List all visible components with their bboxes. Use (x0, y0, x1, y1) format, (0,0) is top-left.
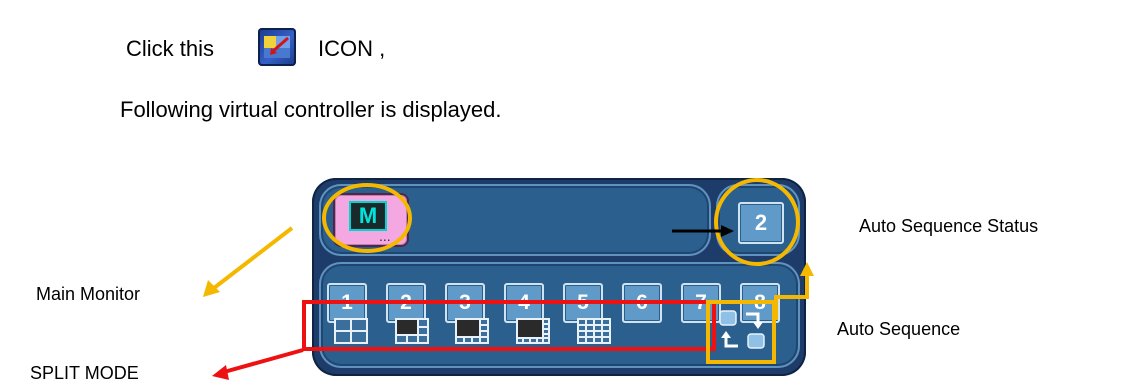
label-auto-sequence: Auto Sequence (837, 319, 961, 339)
split-6-icon[interactable] (395, 318, 429, 344)
instruction-description: Following virtual controller is displaye… (120, 97, 502, 122)
auto-sequence-icon[interactable] (714, 306, 770, 354)
auto-sequence-status-button[interactable]: 2 (738, 202, 784, 244)
split-mode-arrow-line (223, 348, 304, 374)
main-monitor-icon[interactable]: M ... (333, 193, 409, 247)
channel-button-2[interactable]: 2 (386, 283, 426, 323)
split-8-icon[interactable] (455, 318, 489, 344)
split-16-icon[interactable] (577, 318, 611, 344)
main-monitor-arrow-head (203, 280, 220, 297)
channel-button-4[interactable]: 4 (504, 283, 544, 323)
instruction-click-suffix: ICON , (318, 36, 386, 61)
label-auto-sequence-status: Auto Sequence Status (859, 216, 1039, 236)
channel-button-1[interactable]: 1 (327, 283, 367, 323)
main-monitor-arrow-line (212, 226, 294, 290)
split-4-icon[interactable] (334, 318, 368, 344)
label-split-mode: SPLIT MODE (30, 363, 139, 383)
channel-button-3[interactable]: 3 (445, 283, 485, 323)
channel-button-5[interactable]: 5 (563, 283, 603, 323)
label-main-monitor: Main Monitor (36, 284, 141, 304)
split-10-icon[interactable] (516, 318, 550, 344)
monitor-letter: M (349, 201, 387, 231)
virtual-controller-icon[interactable] (258, 28, 296, 66)
channel-button-6[interactable]: 6 (622, 283, 662, 323)
monitor-dots: ... (379, 228, 391, 244)
split-mode-arrow-head (212, 365, 229, 380)
instruction-click-prefix: Click this (126, 36, 215, 61)
